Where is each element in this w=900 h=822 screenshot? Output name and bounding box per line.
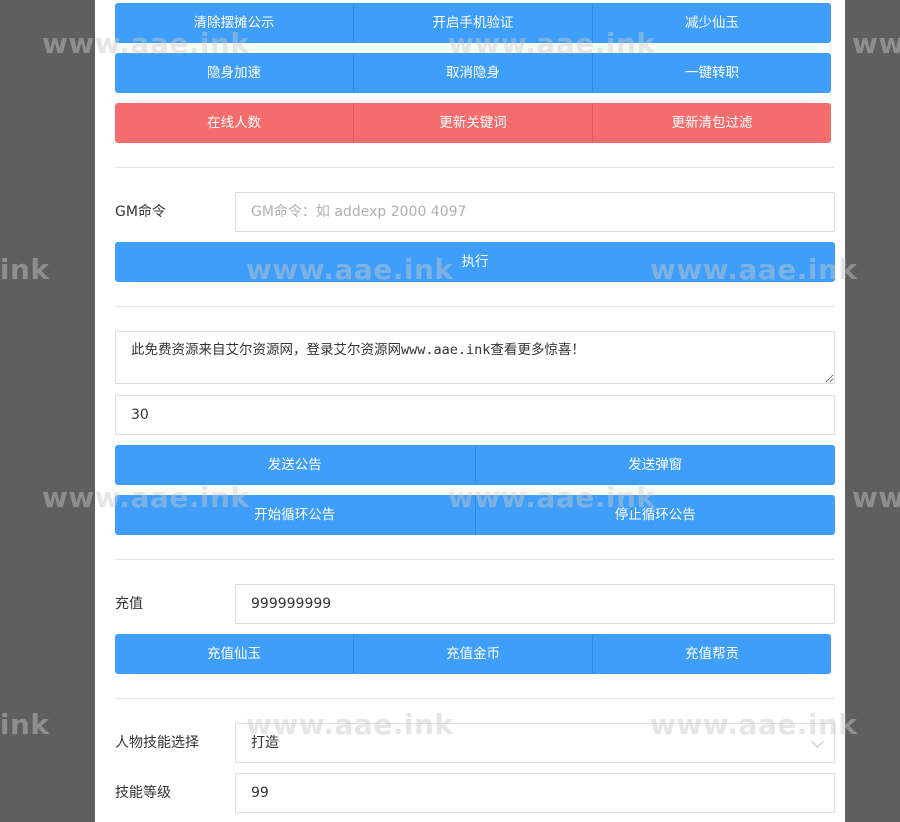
divider — [115, 698, 835, 699]
execute-button[interactable]: 执行 — [115, 242, 835, 282]
start-loop-announcement-button[interactable]: 开始循环公告 — [115, 495, 476, 535]
recharge-jade-button[interactable]: 充值仙玉 — [115, 634, 354, 674]
divider — [115, 306, 835, 307]
reduce-jade-button[interactable]: 减少仙玉 — [593, 3, 831, 43]
recharge-guild-contribution-button[interactable]: 充值帮贡 — [593, 634, 831, 674]
send-popup-button[interactable]: 发送弹窗 — [475, 445, 835, 485]
skill-level-label: 技能等级 — [115, 785, 171, 801]
recharge-label: 充值 — [115, 596, 143, 612]
announce-button-group-1: 发送公告 发送弹窗 — [115, 445, 835, 485]
divider — [115, 167, 835, 168]
skill-select-label: 人物技能选择 — [115, 735, 199, 751]
watermark: www.aae.ink — [0, 253, 50, 286]
button-group-1: 清除摆摊公示 开启手机验证 减少仙玉 — [115, 3, 831, 43]
execute-group: 执行 — [115, 242, 835, 282]
skill-level-input[interactable] — [235, 773, 835, 813]
stop-loop-announcement-button[interactable]: 停止循环公告 — [475, 495, 835, 535]
divider — [115, 559, 835, 560]
recharge-gold-button[interactable]: 充值金币 — [354, 634, 593, 674]
button-group-3: 在线人数 更新关键词 更新清包过滤 — [115, 103, 831, 143]
watermark: www.aae.ink — [852, 481, 900, 514]
update-filter-button[interactable]: 更新清包过滤 — [593, 103, 831, 143]
recharge-amount-input[interactable] — [235, 584, 835, 624]
gm-command-label: GM命令 — [115, 204, 166, 220]
watermark: www.aae.ink — [0, 708, 50, 741]
recharge-button-group: 充值仙玉 充值金币 充值帮贡 — [115, 634, 831, 674]
announcement-seconds-input[interactable] — [115, 395, 835, 435]
gm-tool-panel: 清除摆摊公示 开启手机验证 减少仙玉 隐身加速 取消隐身 一键转职 在线人数 更… — [95, 0, 845, 822]
button-group-2: 隐身加速 取消隐身 一键转职 — [115, 53, 831, 93]
update-keywords-button[interactable]: 更新关键词 — [354, 103, 593, 143]
announcement-textarea[interactable]: 此免费资源来自艾尔资源网，登录艾尔资源网www.aae.ink查看更多惊喜！ — [115, 331, 835, 384]
cancel-stealth-button[interactable]: 取消隐身 — [354, 53, 593, 93]
skill-select-value: 打造 — [251, 735, 279, 751]
stealth-speed-button[interactable]: 隐身加速 — [115, 53, 354, 93]
enable-phone-verify-button[interactable]: 开启手机验证 — [354, 3, 593, 43]
gm-command-input[interactable] — [235, 192, 835, 232]
online-count-button[interactable]: 在线人数 — [115, 103, 354, 143]
announce-button-group-2: 开始循环公告 停止循环公告 — [115, 495, 835, 535]
send-announcement-button[interactable]: 发送公告 — [115, 445, 476, 485]
watermark: www.aae.ink — [852, 27, 900, 60]
one-click-job-change-button[interactable]: 一键转职 — [593, 53, 831, 93]
clear-stall-notice-button[interactable]: 清除摆摊公示 — [115, 3, 354, 43]
chevron-down-icon — [811, 735, 824, 748]
skill-select[interactable]: 打造 — [235, 723, 835, 763]
